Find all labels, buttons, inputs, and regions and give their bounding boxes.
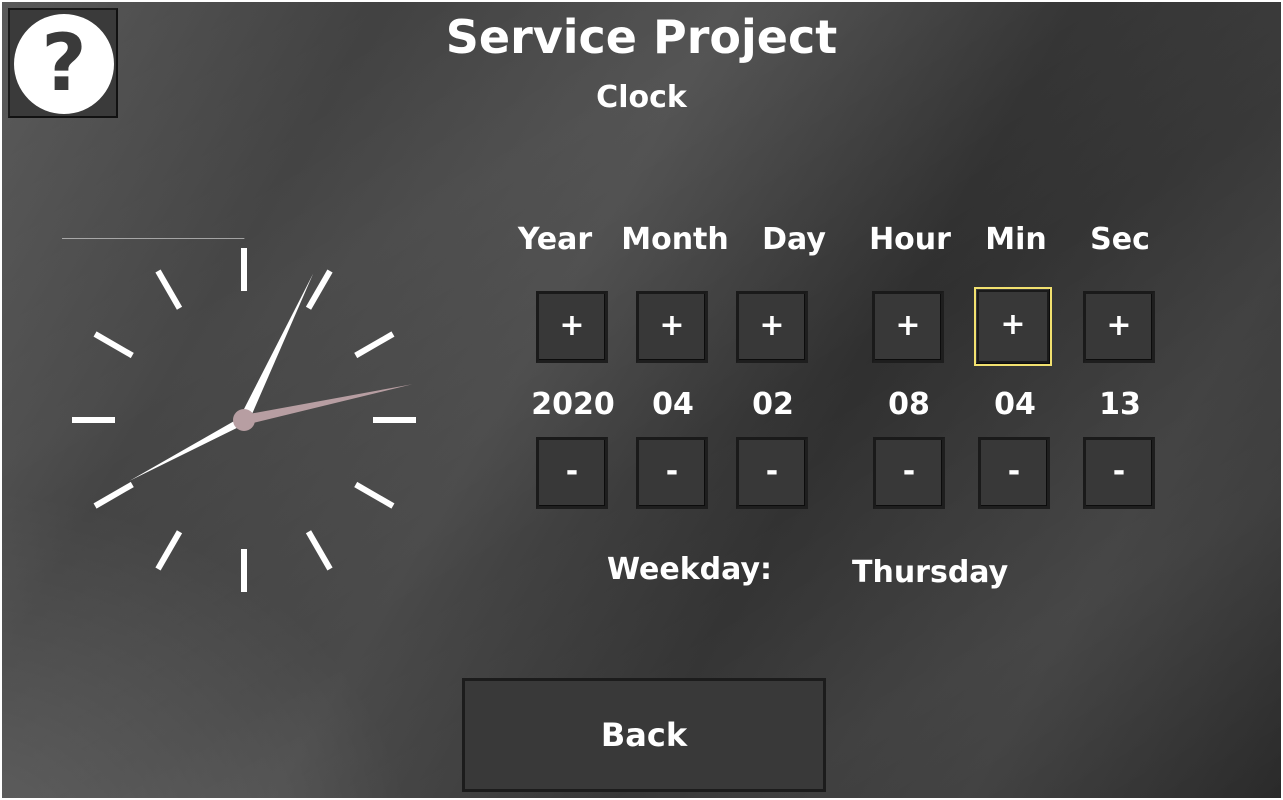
clock-minute-hand — [239, 273, 314, 423]
day-decrement-button[interactable]: - — [736, 437, 808, 509]
page-subtitle: Clock — [596, 80, 687, 115]
clock-tick-4 — [354, 481, 395, 509]
second-decrement-button[interactable]: - — [1083, 437, 1155, 509]
hour-decrement-button[interactable]: - — [873, 437, 945, 509]
second-increment-button[interactable]: + — [1083, 291, 1155, 363]
month-decrement-button[interactable]: - — [636, 437, 708, 509]
minute-decrement-button[interactable]: - — [978, 437, 1050, 509]
back-button[interactable]: Back — [462, 678, 826, 792]
clock-tick-11 — [155, 269, 183, 310]
month-increment-button[interactable]: + — [636, 291, 708, 363]
weekday-value: Thursday — [852, 555, 1009, 590]
clock-center-hub — [233, 409, 255, 431]
clock-tick-7 — [155, 530, 183, 571]
analog-clock — [62, 238, 416, 592]
page-title: Service Project — [445, 10, 838, 64]
clock-hour-hand-shape — [129, 416, 246, 482]
minute-increment-button[interactable]: + — [974, 287, 1052, 366]
day-increment-button[interactable]: + — [736, 291, 808, 363]
year-label: Year — [517, 222, 593, 257]
clock-tick-8 — [93, 481, 134, 509]
hour-increment-button[interactable]: + — [872, 291, 944, 363]
weekday-label: Weekday: — [607, 552, 773, 587]
second-label: Sec — [1090, 222, 1150, 257]
clock-tick-2 — [354, 331, 395, 359]
year-decrement-button[interactable]: - — [536, 437, 608, 509]
second-value: 13 — [1099, 387, 1141, 422]
clock-tick-5 — [305, 530, 333, 571]
clock-settings-screen: ? Service Project Clock Year Month Day H… — [2, 2, 1281, 798]
clock-tick-10 — [93, 331, 134, 359]
day-value: 02 — [752, 387, 794, 422]
year-increment-button[interactable]: + — [536, 291, 608, 363]
